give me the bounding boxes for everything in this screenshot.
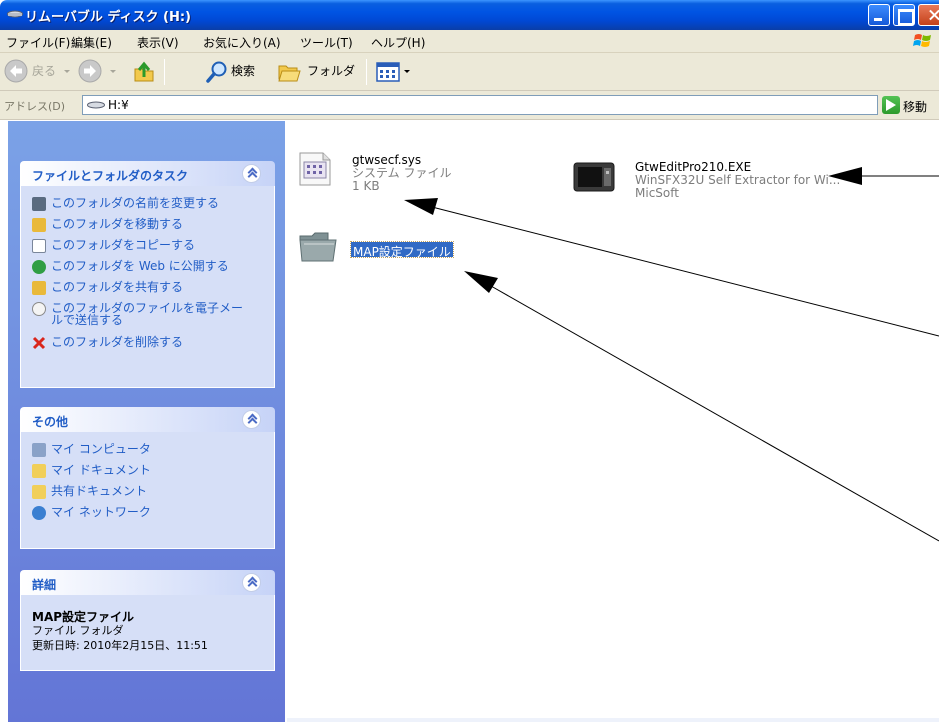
arrow-line xyxy=(490,285,939,542)
status-strip xyxy=(287,718,939,722)
arrowhead-icon xyxy=(828,167,862,185)
annotation-arrows xyxy=(404,167,939,542)
arrow-line xyxy=(431,206,939,337)
arrowhead-icon xyxy=(464,271,498,293)
arrowhead-icon xyxy=(404,198,438,215)
